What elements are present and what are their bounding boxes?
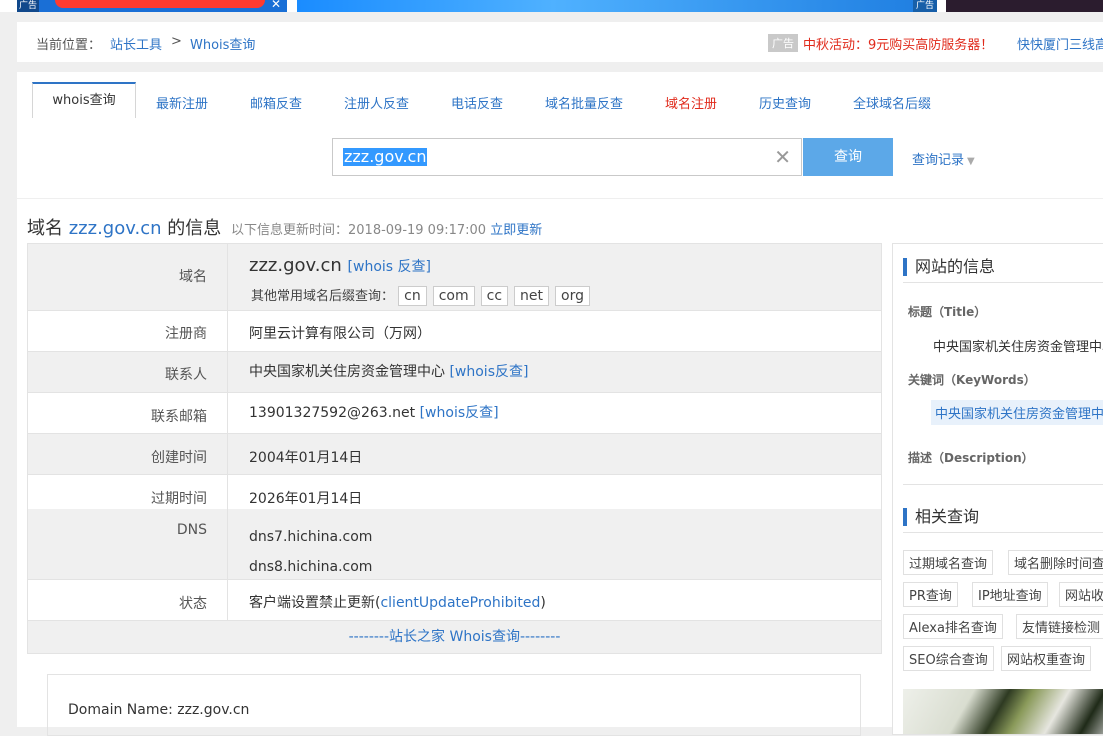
row-label: 创建时间: [28, 434, 228, 474]
breadcrumb-label: 当前位置：: [36, 38, 102, 53]
ad-strip: 广告 ✕ 广告: [0, 0, 1103, 12]
suffix-org[interactable]: org: [555, 286, 590, 306]
whois-table: 域名 zzz.gov.cn [whois 反查] 其他常用域名后缀查询： cn c…: [27, 243, 882, 654]
suffix-cn[interactable]: cn: [398, 286, 427, 306]
breadcrumb-link-tools[interactable]: 站长工具: [110, 34, 162, 53]
ad-banner-middle[interactable]: 广告: [297, 0, 937, 12]
dns-value: dns7.hichina.com: [249, 529, 373, 545]
suffix-cc[interactable]: cc: [480, 286, 509, 306]
ad-banner-left[interactable]: 广告 ✕: [17, 0, 287, 12]
ad-thumbnail-image[interactable]: [903, 689, 1103, 734]
suffix-net[interactable]: net: [514, 286, 550, 306]
related-link[interactable]: 网站收: [1059, 582, 1103, 607]
row-label: 联系邮箱: [28, 393, 228, 433]
tab-latest-registered[interactable]: 最新注册: [156, 93, 208, 112]
row-label: 域名: [28, 244, 228, 310]
related-link[interactable]: IP地址查询: [972, 582, 1048, 607]
table-row: 联系人 中央国家机关住房资金管理中心 [whois反查]: [28, 352, 881, 393]
page-title-suffix: 的信息: [167, 218, 222, 239]
breadcrumb-separator: >: [171, 34, 182, 49]
main-content: 域名 zzz.gov.cn 的信息 以下信息更新时间：2018-09-19 09…: [17, 199, 1103, 736]
tab-history[interactable]: 历史查询: [759, 93, 811, 112]
related-link[interactable]: 友情链接检测: [1016, 614, 1103, 639]
row-label: 状态: [28, 580, 228, 620]
dns-value: dns8.hichina.com: [249, 559, 373, 575]
tab-bar: whois查询 最新注册 邮箱反查 注册人反查 电话反查 域名批量反查 域名注册…: [17, 72, 1103, 120]
raw-whois-line: Domain Name: zzz.gov.cn: [68, 702, 250, 718]
suffix-com[interactable]: com: [432, 286, 475, 306]
tab-batch-reverse[interactable]: 域名批量反查: [545, 93, 623, 112]
title-label: 标题（Title）: [908, 305, 987, 319]
table-row: 联系邮箱 13901327592@263.net [whois反查]: [28, 393, 881, 434]
page-title-prefix: 域名: [27, 218, 63, 239]
search-input[interactable]: zzz.gov.cn ✕: [332, 138, 802, 176]
sidebar: 网站的信息 标题（Title） 中央国家机关住房资金管理中心 关键词（KeyWo…: [892, 243, 1103, 735]
domain-value: zzz.gov.cn: [249, 255, 342, 276]
search-input-value[interactable]: zzz.gov.cn: [343, 148, 428, 166]
keywords-value: 中央国家机关住房资金管理中: [931, 400, 1103, 425]
ad-tag: 广告: [768, 34, 798, 52]
related-link[interactable]: Alexa排名查询: [903, 614, 1003, 639]
status-code-link[interactable]: clientUpdateProhibited: [380, 595, 540, 611]
contact-reverse-link[interactable]: [whois反查]: [449, 364, 528, 380]
related-link[interactable]: SEO综合查询: [903, 646, 994, 671]
query-history-dropdown[interactable]: 查询记录 ▼: [912, 149, 975, 168]
table-row: 域名 zzz.gov.cn [whois 反查] 其他常用域名后缀查询： cn c…: [28, 244, 881, 311]
table-row: 注册商 阿里云计算有限公司（万网）: [28, 311, 881, 352]
row-label: DNS: [28, 509, 228, 579]
search-button[interactable]: 查询: [803, 138, 893, 176]
description-label: 描述（Description）: [908, 451, 1034, 465]
chevron-down-icon: ▼: [967, 156, 975, 167]
contact-value: 中央国家机关住房资金管理中心: [249, 364, 445, 380]
divider: [903, 484, 1103, 485]
tab-email-reverse[interactable]: 邮箱反查: [250, 93, 302, 112]
ad-banner-right[interactable]: [946, 0, 1103, 12]
page-title: 域名 zzz.gov.cn 的信息 以下信息更新时间：2018-09-19 09…: [27, 214, 542, 240]
tab-whois[interactable]: whois查询: [32, 82, 136, 120]
row-label: 注册商: [28, 311, 228, 351]
expires-value: 2026年01月14日: [249, 491, 363, 507]
ad-pill: [55, 0, 265, 8]
email-value: 13901327592@263.net: [249, 405, 416, 421]
status-close: ): [540, 595, 546, 611]
whois-footer: --------站长之家 Whois查询--------: [28, 621, 881, 654]
table-row: DNS dns7.hichina.com dns8.hichina.com: [28, 509, 881, 580]
row-label: 联系人: [28, 352, 228, 392]
search-area: zzz.gov.cn ✕ 查询 查询记录 ▼: [17, 118, 1103, 198]
created-value: 2004年01月14日: [249, 450, 363, 466]
clear-icon[interactable]: ✕: [774, 145, 791, 169]
breadcrumb-link-whois[interactable]: Whois查询: [190, 34, 255, 53]
table-row: 状态 客户端设置禁止更新(clientUpdateProhibited): [28, 580, 881, 621]
refresh-now-link[interactable]: 立即更新: [490, 223, 542, 238]
query-history-label: 查询记录: [912, 153, 965, 168]
divider: [903, 282, 1103, 283]
whois-reverse-link[interactable]: [whois 反查]: [348, 259, 431, 275]
related-link[interactable]: 网站权重查询: [1001, 646, 1092, 671]
registrar-value: 阿里云计算有限公司（万网）: [249, 326, 431, 342]
tab-domain-register[interactable]: 域名注册: [665, 93, 717, 112]
update-time: 以下信息更新时间：2018-09-19 09:17:00: [231, 223, 487, 238]
related-link[interactable]: PR查询: [903, 582, 958, 607]
related-link[interactable]: 过期域名查询: [903, 550, 994, 575]
keywords-label: 关键词（KeyWords）: [908, 373, 1036, 387]
ad-tag: 广告: [17, 0, 40, 12]
table-row: 创建时间 2004年01月14日: [28, 434, 881, 475]
site-info-title: 网站的信息: [903, 258, 995, 276]
email-reverse-link[interactable]: [whois反查]: [420, 405, 499, 421]
promo-link-2[interactable]: 快快厦门三线高: [1017, 34, 1103, 53]
tab-global-suffix[interactable]: 全球域名后缀: [853, 93, 931, 112]
suffix-label: 其他常用域名后缀查询：: [251, 289, 395, 304]
promo-link[interactable]: 中秋活动：9元购买高防服务器！: [803, 34, 993, 53]
ad-tag: 广告: [912, 0, 937, 12]
related-link[interactable]: 域名删除时间查: [1008, 550, 1103, 575]
page-title-domain: zzz.gov.cn: [68, 218, 162, 239]
title-value: 中央国家机关住房资金管理中心: [933, 340, 1103, 355]
ad-close-icon[interactable]: ✕: [271, 0, 281, 11]
breadcrumb: 当前位置： 站长工具 > Whois查询 广告 中秋活动：9元购买高防服务器！ …: [17, 22, 1103, 62]
tab-registrant-reverse[interactable]: 注册人反查: [344, 93, 409, 112]
divider: [903, 532, 1103, 533]
status-text: 客户端设置禁止更新(: [249, 595, 381, 611]
tab-phone-reverse[interactable]: 电话反查: [451, 93, 503, 112]
related-title: 相关查询: [903, 508, 979, 526]
